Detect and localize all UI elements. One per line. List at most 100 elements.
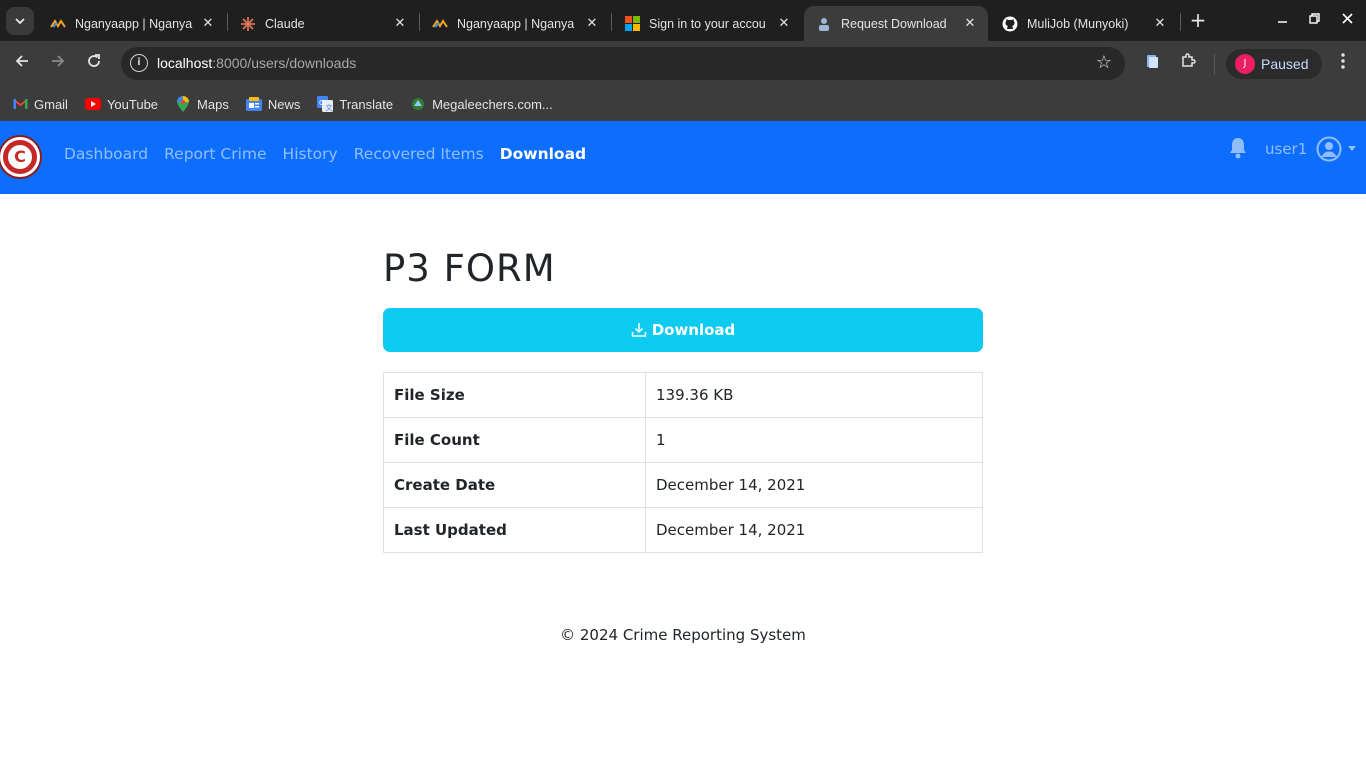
arrow-right-icon bbox=[52, 55, 65, 67]
bookmark-translate[interactable]: G文 Translate bbox=[317, 96, 393, 112]
browser-tab-3[interactable]: Nganyaapp | Nganya ✕ bbox=[420, 6, 610, 41]
reload-button[interactable] bbox=[80, 50, 108, 78]
maps-icon bbox=[175, 96, 191, 112]
bookmark-megaleechers[interactable]: Megaleechers.com... bbox=[410, 96, 553, 112]
new-tab-button[interactable]: + bbox=[1187, 9, 1209, 31]
bookmark-label: Maps bbox=[197, 96, 229, 112]
address-bar[interactable]: i localhost:8000/users/downloads ☆ bbox=[121, 47, 1125, 80]
user-circle-icon[interactable] bbox=[1316, 136, 1342, 162]
browser-tab-5[interactable]: Request Download ✕ bbox=[804, 6, 988, 41]
browser-tab-6[interactable]: MuliJob (Munyoki) ✕ bbox=[990, 6, 1178, 41]
restore-button[interactable] bbox=[1303, 10, 1325, 30]
table-row: Last Updated December 14, 2021 bbox=[383, 507, 983, 553]
nav-link-download[interactable]: Download bbox=[500, 145, 586, 163]
chevron-down-icon bbox=[15, 18, 25, 24]
bookmark-star-icon[interactable]: ☆ bbox=[1096, 52, 1112, 73]
browser-tab-1[interactable]: Nganyaapp | Nganya ✕ bbox=[38, 6, 226, 41]
tab-search-button[interactable] bbox=[6, 7, 34, 35]
detail-key: File Size bbox=[383, 372, 646, 418]
close-icon[interactable]: ✕ bbox=[200, 16, 216, 31]
url-text[interactable]: localhost:8000/users/downloads bbox=[157, 55, 356, 71]
notification-bell-icon[interactable] bbox=[1228, 137, 1250, 161]
tab-title: Sign in to your accou bbox=[649, 16, 766, 31]
username-label[interactable]: user1 bbox=[1265, 140, 1307, 158]
bookmark-gmail[interactable]: Gmail bbox=[12, 96, 68, 112]
bookmark-label: YouTube bbox=[106, 96, 159, 112]
download-icon bbox=[631, 323, 646, 337]
svg-text:G: G bbox=[319, 99, 324, 107]
detail-value: 1 bbox=[645, 417, 983, 463]
close-icon[interactable]: ✕ bbox=[1152, 16, 1168, 31]
table-row: File Count 1 bbox=[383, 417, 983, 463]
tab-title: Request Download bbox=[841, 16, 947, 31]
table-row: Create Date December 14, 2021 bbox=[383, 462, 983, 508]
tab-title: MuliJob (Munyoki) bbox=[1027, 16, 1129, 31]
browser-tab-2[interactable]: Claude ✕ bbox=[228, 6, 418, 41]
profile-button[interactable]: J Paused bbox=[1226, 49, 1322, 79]
bookmark-label: Translate bbox=[339, 96, 394, 112]
microsoft-icon bbox=[624, 16, 640, 32]
close-icon bbox=[1341, 13, 1353, 24]
nganya-icon bbox=[432, 16, 448, 32]
reading-mode-button[interactable] bbox=[1140, 52, 1164, 76]
close-icon[interactable]: ✕ bbox=[584, 16, 600, 31]
bookmark-maps[interactable]: Maps bbox=[175, 96, 229, 112]
file-details-table: File Size 139.36 KB File Count 1 Create … bbox=[383, 372, 983, 553]
svg-text:文: 文 bbox=[326, 103, 333, 112]
logo-letter: C bbox=[8, 145, 32, 169]
detail-value: December 14, 2021 bbox=[645, 462, 983, 508]
claude-icon bbox=[240, 16, 256, 32]
bookmark-youtube[interactable]: YouTube bbox=[84, 96, 159, 112]
url-host: localhost bbox=[157, 55, 213, 71]
minimize-button[interactable] bbox=[1271, 10, 1293, 30]
nganya-icon bbox=[50, 16, 66, 32]
minimize-icon bbox=[1277, 21, 1287, 23]
tab-title: Nganyaapp | Nganya bbox=[75, 16, 193, 31]
detail-key: Create Date bbox=[383, 462, 646, 508]
reload-icon bbox=[88, 54, 100, 67]
browser-tab-4[interactable]: Sign in to your accou ✕ bbox=[612, 6, 802, 41]
browser-toolbar: i localhost:8000/users/downloads ☆ J Pau… bbox=[0, 41, 1366, 87]
github-icon bbox=[1002, 16, 1018, 32]
tab-title: Claude bbox=[265, 16, 305, 31]
arrow-left-icon bbox=[15, 55, 28, 67]
profile-status: Paused bbox=[1261, 56, 1309, 72]
browser-tabstrip: Nganyaapp | Nganya ✕ Claude ✕ Nganyaapp … bbox=[0, 0, 1366, 41]
close-icon[interactable]: ✕ bbox=[776, 16, 792, 31]
detail-key: Last Updated bbox=[383, 507, 646, 553]
nav-links: Dashboard Report Crime History Recovered… bbox=[64, 145, 602, 163]
nav-link-recovered-items[interactable]: Recovered Items bbox=[354, 145, 484, 163]
restore-icon bbox=[1308, 13, 1320, 24]
brand-logo[interactable]: C bbox=[0, 137, 40, 177]
url-path: :8000/users/downloads bbox=[212, 55, 357, 71]
back-button[interactable] bbox=[8, 50, 36, 78]
gmail-icon bbox=[12, 96, 28, 112]
detail-value: December 14, 2021 bbox=[645, 507, 983, 553]
avatar: J bbox=[1235, 54, 1255, 74]
site-navbar: C Dashboard Report Crime History Recover… bbox=[0, 121, 1366, 194]
toolbar-divider bbox=[1214, 54, 1215, 75]
detail-key: File Count bbox=[383, 417, 646, 463]
browser-menu-button[interactable] bbox=[1332, 52, 1354, 76]
download-label: Download bbox=[651, 321, 736, 339]
puzzle-icon bbox=[1181, 53, 1196, 67]
nav-link-history[interactable]: History bbox=[283, 145, 338, 163]
youtube-icon bbox=[84, 96, 101, 112]
bookmark-news[interactable]: News bbox=[245, 96, 300, 112]
page-footer: © 2024 Crime Reporting System bbox=[560, 626, 806, 644]
table-row: File Size 139.36 KB bbox=[383, 372, 983, 418]
detail-value: 139.36 KB bbox=[645, 372, 983, 418]
more-vertical-icon bbox=[1341, 53, 1345, 69]
extensions-button[interactable] bbox=[1176, 52, 1200, 76]
site-info-icon[interactable]: i bbox=[130, 54, 148, 72]
window-close-button[interactable] bbox=[1336, 10, 1358, 30]
bookmark-label: Megaleechers.com... bbox=[432, 96, 553, 112]
download-button[interactable]: Download bbox=[383, 308, 983, 352]
dropdown-caret-icon[interactable] bbox=[1348, 146, 1356, 151]
close-icon[interactable]: ✕ bbox=[392, 16, 408, 31]
nav-link-report-crime[interactable]: Report Crime bbox=[164, 145, 266, 163]
nav-link-dashboard[interactable]: Dashboard bbox=[64, 145, 148, 163]
tab-title: Nganyaapp | Nganya bbox=[457, 16, 575, 31]
forward-button[interactable] bbox=[44, 50, 72, 78]
close-icon[interactable]: ✕ bbox=[962, 16, 978, 31]
